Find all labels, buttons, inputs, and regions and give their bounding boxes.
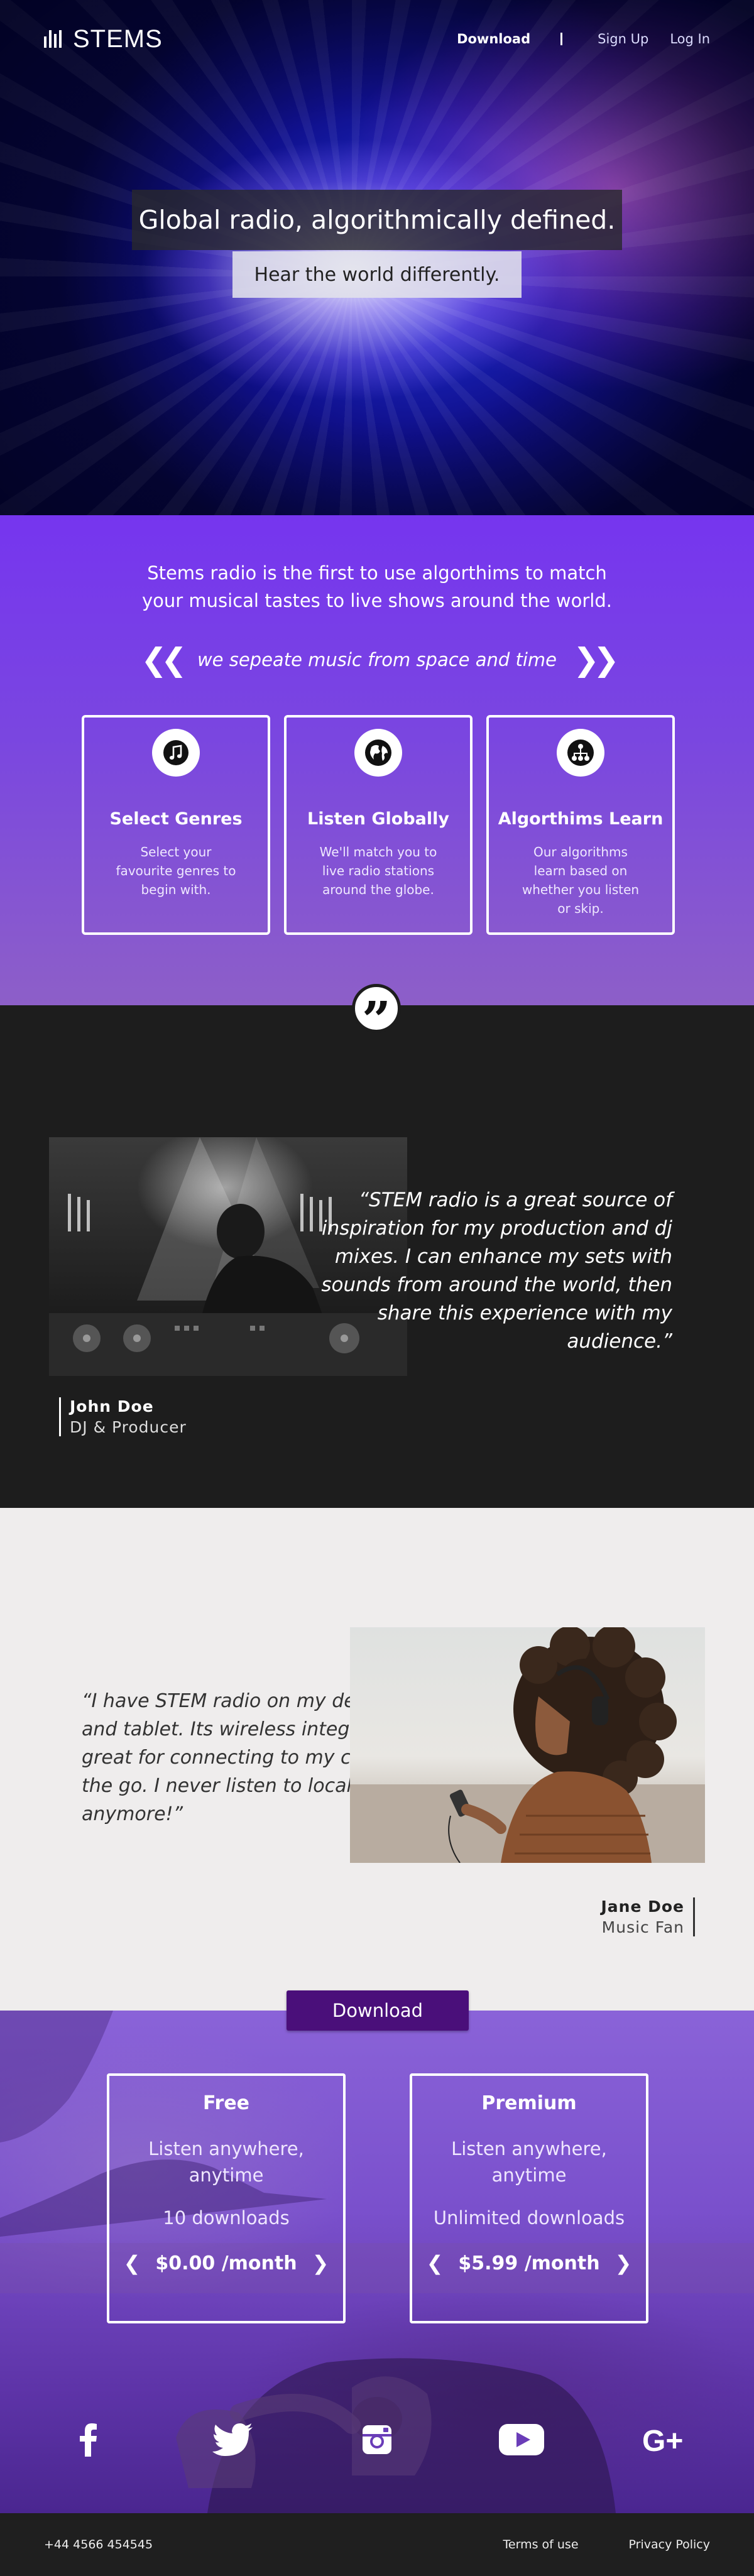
fan-photo <box>350 1627 705 1863</box>
nav-links: Download Sign Up Log In <box>457 31 710 46</box>
author-name: Jane Doe <box>601 1897 684 1916</box>
testimonial-dj: “STEM radio is a great source of inspira… <box>0 1005 754 1508</box>
nav-login-link[interactable]: Log In <box>670 31 710 46</box>
facebook-icon[interactable] <box>16 2423 160 2457</box>
hero-section: STEMS Download Sign Up Log In Global rad… <box>0 0 754 515</box>
testimonial-author: Jane Doe Music Fan <box>601 1897 695 1936</box>
features-section: Stems radio is the first to use algorthi… <box>0 515 754 1045</box>
chevron-left-icon[interactable]: ❮ <box>427 2251 444 2275</box>
quote-icon: ” <box>352 984 401 1045</box>
site-footer: +44 4566 454545 Terms of use Privacy Pol… <box>0 2513 754 2576</box>
author-role: Music Fan <box>601 1918 684 1936</box>
author-name: John Doe <box>70 1397 154 1416</box>
plan-name: Premium <box>481 2092 577 2114</box>
feature-text: Select your favourite genres to begin wi… <box>116 844 236 897</box>
feature-title: Select Genres <box>109 809 243 829</box>
nav-signup-link[interactable]: Sign Up <box>598 31 648 46</box>
plan-price: $5.99 /month <box>458 2252 600 2274</box>
equalizer-icon <box>44 30 62 48</box>
testimonial-quote: “STEM radio is a great source of inspira… <box>321 1189 672 1353</box>
plan-free[interactable]: Free Listen anywhere, anytime 10 downloa… <box>107 2073 346 2323</box>
double-chevron-right-icon: ❯❯ <box>573 641 620 678</box>
top-nav: STEMS Download Sign Up Log In <box>0 0 754 78</box>
feature-title: Listen Globally <box>307 809 449 829</box>
plan-downloads: Unlimited downloads <box>433 2207 625 2229</box>
feature-text: Our algorithms learn based on whether yo… <box>522 844 640 916</box>
feature-text: We'll match you to live radio stations a… <box>319 844 437 897</box>
feature-card-global: Listen Globally We'll match you to live … <box>284 715 473 935</box>
music-note-icon <box>152 729 200 777</box>
feature-card-algorithms: Algorthims Learn Our algorithms learn ba… <box>486 715 675 935</box>
hero-title: Global radio, algorithmically defined. <box>132 190 622 250</box>
plan-name: Free <box>202 2092 250 2114</box>
feature-cards: Select Genres Select your favourite genr… <box>82 715 675 935</box>
hero-subtitle: Hear the world differently. <box>232 251 522 298</box>
twitter-icon[interactable] <box>160 2423 305 2456</box>
chevron-left-icon[interactable]: ❮ <box>124 2251 141 2275</box>
double-chevron-left-icon: ❮❮ <box>141 641 187 678</box>
plan-feature: Listen anywhere, anytime <box>451 2138 607 2186</box>
youtube-icon[interactable] <box>449 2424 594 2455</box>
chevron-right-icon[interactable]: ❯ <box>312 2251 329 2275</box>
terms-link[interactable]: Terms of use <box>503 2538 579 2551</box>
brand-logo[interactable]: STEMS <box>44 25 163 53</box>
feature-title: Algorthims Learn <box>498 809 664 829</box>
nav-divider <box>560 33 563 45</box>
plan-price-selector: ❮ $0.00 /month ❯ <box>109 2251 343 2275</box>
feature-card-genres: Select Genres Select your favourite genr… <box>82 715 270 935</box>
tagline: ❮❮ we sepeate music from space and time … <box>0 644 754 675</box>
chevron-right-icon[interactable]: ❯ <box>615 2251 632 2275</box>
features-intro: Stems radio is the first to use algorthi… <box>141 562 612 611</box>
google-plus-icon[interactable]: G+ <box>594 2425 738 2455</box>
social-links: G+ <box>0 2423 754 2457</box>
network-icon <box>557 729 604 777</box>
pricing-section: Free Listen anywhere, anytime 10 downloa… <box>0 2011 754 2513</box>
brand-name: STEMS <box>73 25 163 53</box>
nav-download-link[interactable]: Download <box>457 31 530 46</box>
pricing-plans: Free Listen anywhere, anytime 10 downloa… <box>107 2073 648 2323</box>
plan-price: $0.00 /month <box>155 2252 297 2274</box>
author-role: DJ & Producer <box>70 1418 187 1436</box>
svg-text:G+: G+ <box>642 2425 683 2455</box>
download-button[interactable]: Download <box>287 1990 469 2031</box>
testimonial-fan: “I have STEM radio on my desktop, mobile… <box>0 1508 754 2011</box>
testimonial-author: John Doe DJ & Producer <box>59 1397 187 1436</box>
instagram-icon[interactable] <box>305 2425 449 2454</box>
plan-feature: Listen anywhere, anytime <box>148 2138 304 2186</box>
plan-price-selector: ❮ $5.99 /month ❯ <box>412 2251 646 2275</box>
privacy-link[interactable]: Privacy Policy <box>629 2538 710 2551</box>
plan-downloads: 10 downloads <box>163 2207 290 2229</box>
globe-icon <box>354 729 402 777</box>
phone-number: +44 4566 454545 <box>44 2538 153 2551</box>
footer-links: Terms of use Privacy Policy <box>503 2538 710 2551</box>
tagline-text: we sepeate music from space and time <box>197 649 557 670</box>
plan-premium[interactable]: Premium Listen anywhere, anytime Unlimit… <box>410 2073 648 2323</box>
